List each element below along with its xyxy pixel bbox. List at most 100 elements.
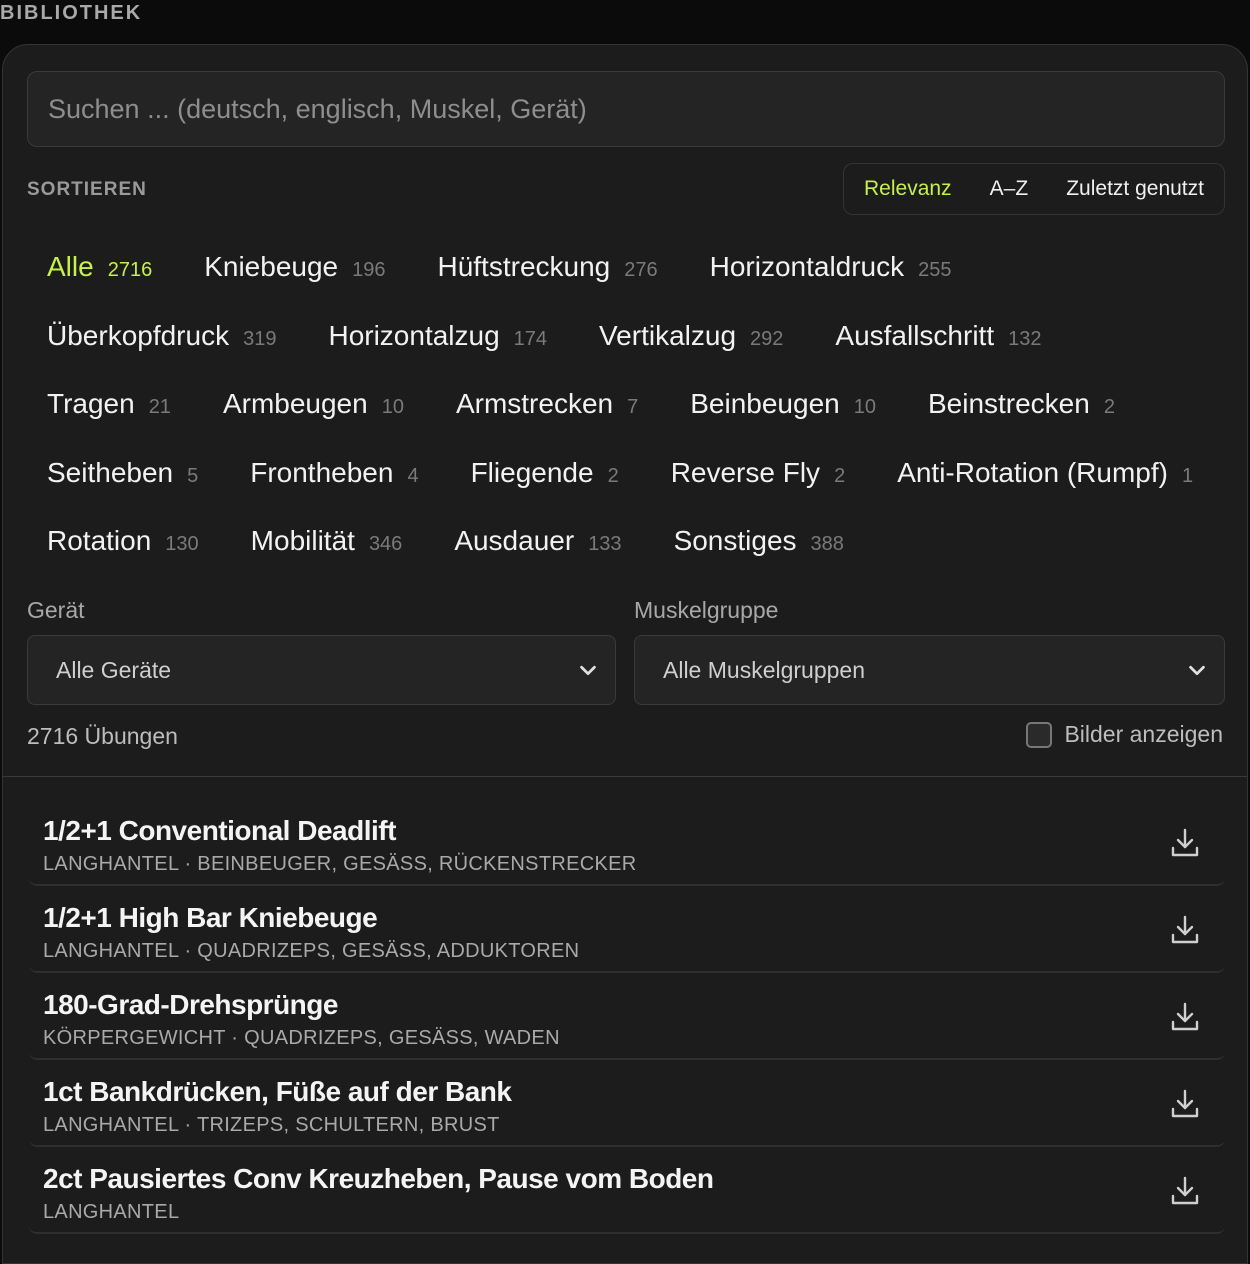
category-name: Fliegende — [470, 456, 594, 488]
category-name: Mobilität — [250, 525, 355, 556]
category-chip[interactable]: Seitheben 5 — [47, 451, 198, 498]
category-count: 174 — [513, 327, 548, 350]
category-name: Tragen — [47, 388, 135, 419]
category-chip[interactable]: Ausfallschritt 132 — [835, 314, 1041, 361]
category-name: Beinstrecken — [927, 388, 1090, 419]
chevron-down-icon — [580, 665, 596, 676]
muscle-filter-label: Muskelgruppe — [634, 597, 779, 623]
exercise-title: 1/2+1 Conventional Deadlift — [43, 815, 396, 846]
exercise-list-item[interactable]: 1/2+1 Conventional Deadlift LANGHANTEL · … — [29, 799, 1225, 886]
category-chip[interactable]: Horizontaldruck 255 — [710, 245, 952, 292]
library-panel: SORTIEREN Relevanz A–Z Zuletzt genutzt A… — [2, 44, 1248, 1264]
category-count: 276 — [624, 259, 658, 281]
exercise-title: 1ct Bankdrücken, Füße auf der Bank — [43, 1076, 512, 1107]
results-count: 2716 Übungen — [27, 723, 178, 749]
muscle-select[interactable]: Alle Muskelgruppen — [634, 635, 1225, 705]
exercise-list-item[interactable]: 2ct Pausiertes Conv Kreuzheben, Pause vo… — [29, 1147, 1225, 1234]
category-name: Kniebeuge — [204, 251, 339, 282]
category-chip[interactable]: Tragen 21 — [47, 382, 171, 429]
exercise-subtitle: LANGHANTEL · BEINBEUGER, GESÄSS, RÜCKENS… — [43, 853, 637, 875]
category-name: Alle — [47, 251, 94, 282]
category-count: 388 — [810, 533, 844, 555]
category-count: 2 — [834, 464, 846, 487]
category-name: Anti-Rotation (Rumpf) — [897, 456, 1168, 488]
category-row: Überkopfdruck 319 Horizontalzug 174 Vertikal… — [47, 314, 1227, 383]
exercise-subtitle: LANGHANTEL — [43, 1201, 180, 1223]
show-images-toggle[interactable]: Bilder anzeigen — [1026, 721, 1223, 748]
category-chip[interactable]: Alle 2716 — [47, 245, 152, 292]
category-chip[interactable]: Ausdauer 133 — [454, 519, 621, 566]
category-count: 132 — [1008, 327, 1042, 350]
show-images-checkbox[interactable] — [1026, 721, 1053, 748]
category-name: Hüftstreckung — [437, 251, 611, 282]
category-count: 255 — [918, 259, 952, 281]
category-filter: Alle 2716 Kniebeuge 196 Hüftstreckung 276 Hori… — [47, 245, 1227, 588]
download-icon[interactable] — [1169, 827, 1201, 859]
download-icon[interactable] — [1169, 914, 1201, 946]
equipment-filter-label: Gerät — [27, 597, 85, 623]
equipment-select[interactable]: Alle Geräte — [27, 635, 616, 705]
category-count: 2 — [607, 464, 619, 487]
category-count: 292 — [750, 327, 784, 350]
exercise-list-item[interactable]: 1/2+1 High Bar Kniebeuge LANGHANTEL · QUA… — [29, 886, 1225, 973]
category-count: 319 — [243, 327, 277, 350]
category-name: Ausfallschritt — [835, 319, 995, 351]
category-count: 4 — [407, 464, 419, 487]
category-name: Beinbeugen — [690, 388, 840, 419]
category-name: Reverse Fly — [670, 456, 821, 488]
category-chip[interactable]: Beinstrecken 2 — [928, 382, 1115, 429]
show-images-label: Bilder anzeigen — [1064, 721, 1223, 747]
exercise-list: 1/2+1 Conventional Deadlift LANGHANTEL · … — [29, 799, 1225, 1234]
equipment-select-value: Alle Geräte — [56, 656, 172, 683]
sort-option-recently-used[interactable]: Zuletzt genutzt — [1066, 177, 1204, 201]
category-chip[interactable]: Armbeugen 10 — [223, 382, 404, 429]
category-name: Frontheben — [250, 456, 394, 488]
exercise-title: 1/2+1 High Bar Kniebeuge — [43, 902, 378, 933]
category-count: 130 — [165, 533, 199, 555]
category-count: 5 — [187, 464, 199, 487]
category-chip[interactable]: Reverse Fly 2 — [671, 451, 846, 498]
category-chip[interactable]: Frontheben 4 — [250, 451, 418, 498]
page-header: BIBLIOTHEK — [0, 0, 1250, 44]
category-count: 10 — [853, 396, 876, 418]
exercise-list-item[interactable]: 180-Grad-Drehsprünge KÖRPERGEWICHT · QUAD… — [29, 973, 1225, 1060]
exercise-subtitle: LANGHANTEL · QUADRIZEPS, GESÄSS, ADDUKTO… — [43, 940, 580, 962]
category-chip[interactable]: Vertikalzug 292 — [599, 314, 783, 361]
category-count: 346 — [368, 533, 403, 555]
category-chip[interactable]: Fliegende 2 — [471, 451, 619, 498]
category-count: 1 — [1181, 464, 1194, 487]
category-chip[interactable]: Rotation 130 — [47, 519, 199, 566]
category-count: 7 — [627, 396, 639, 418]
category-chip[interactable]: Sonstiges 388 — [674, 519, 844, 566]
exercise-list-item[interactable]: 1ct Bankdrücken, Füße auf der Bank LANGHA… — [29, 1060, 1225, 1147]
sort-option-a-z[interactable]: A–Z — [990, 177, 1029, 201]
category-chip[interactable]: Armstrecken 7 — [456, 382, 638, 429]
sort-option-relevance[interactable]: Relevanz — [864, 177, 952, 201]
category-chip[interactable]: Horizontalzug 174 — [328, 314, 547, 361]
category-name: Vertikalzug — [599, 319, 737, 351]
category-name: Rotation — [47, 525, 152, 556]
sort-options: Relevanz A–Z Zuletzt genutzt — [843, 163, 1225, 215]
category-count: 2 — [1103, 396, 1115, 418]
exercise-subtitle: LANGHANTEL · TRIZEPS, SCHULTERN, BRUST — [43, 1114, 500, 1136]
category-row: Alle 2716 Kniebeuge 196 Hüftstreckung 276 Hori… — [47, 245, 1227, 314]
category-chip[interactable]: Hüftstreckung 276 — [437, 245, 657, 292]
sort-label: SORTIEREN — [27, 179, 147, 200]
divider — [3, 776, 1247, 777]
download-icon[interactable] — [1169, 1175, 1201, 1207]
category-chip[interactable]: Mobilität 346 — [251, 519, 403, 566]
download-icon[interactable] — [1169, 1088, 1201, 1120]
search-input[interactable] — [27, 71, 1225, 147]
category-count: 21 — [148, 396, 171, 418]
category-chip[interactable]: Überkopfdruck 319 — [47, 314, 276, 361]
category-row: Rotation 130 Mobilität 346 Ausdauer 133 Sonsti… — [47, 519, 1227, 588]
exercise-subtitle: KÖRPERGEWICHT · QUADRIZEPS, GESÄSS, WADE… — [43, 1027, 560, 1049]
category-chip[interactable]: Anti-Rotation (Rumpf) 1 — [897, 451, 1193, 498]
category-name: Ausdauer — [454, 525, 575, 556]
download-icon[interactable] — [1169, 1001, 1201, 1033]
category-chip[interactable]: Kniebeuge 196 — [204, 245, 385, 292]
category-chip[interactable]: Beinbeugen 10 — [690, 382, 876, 429]
category-name: Seitheben — [47, 456, 174, 488]
category-row: Seitheben 5 Frontheben 4 Fliegende 2 Reverse F… — [47, 451, 1227, 520]
muscle-select-value: Alle Muskelgruppen — [663, 656, 866, 683]
